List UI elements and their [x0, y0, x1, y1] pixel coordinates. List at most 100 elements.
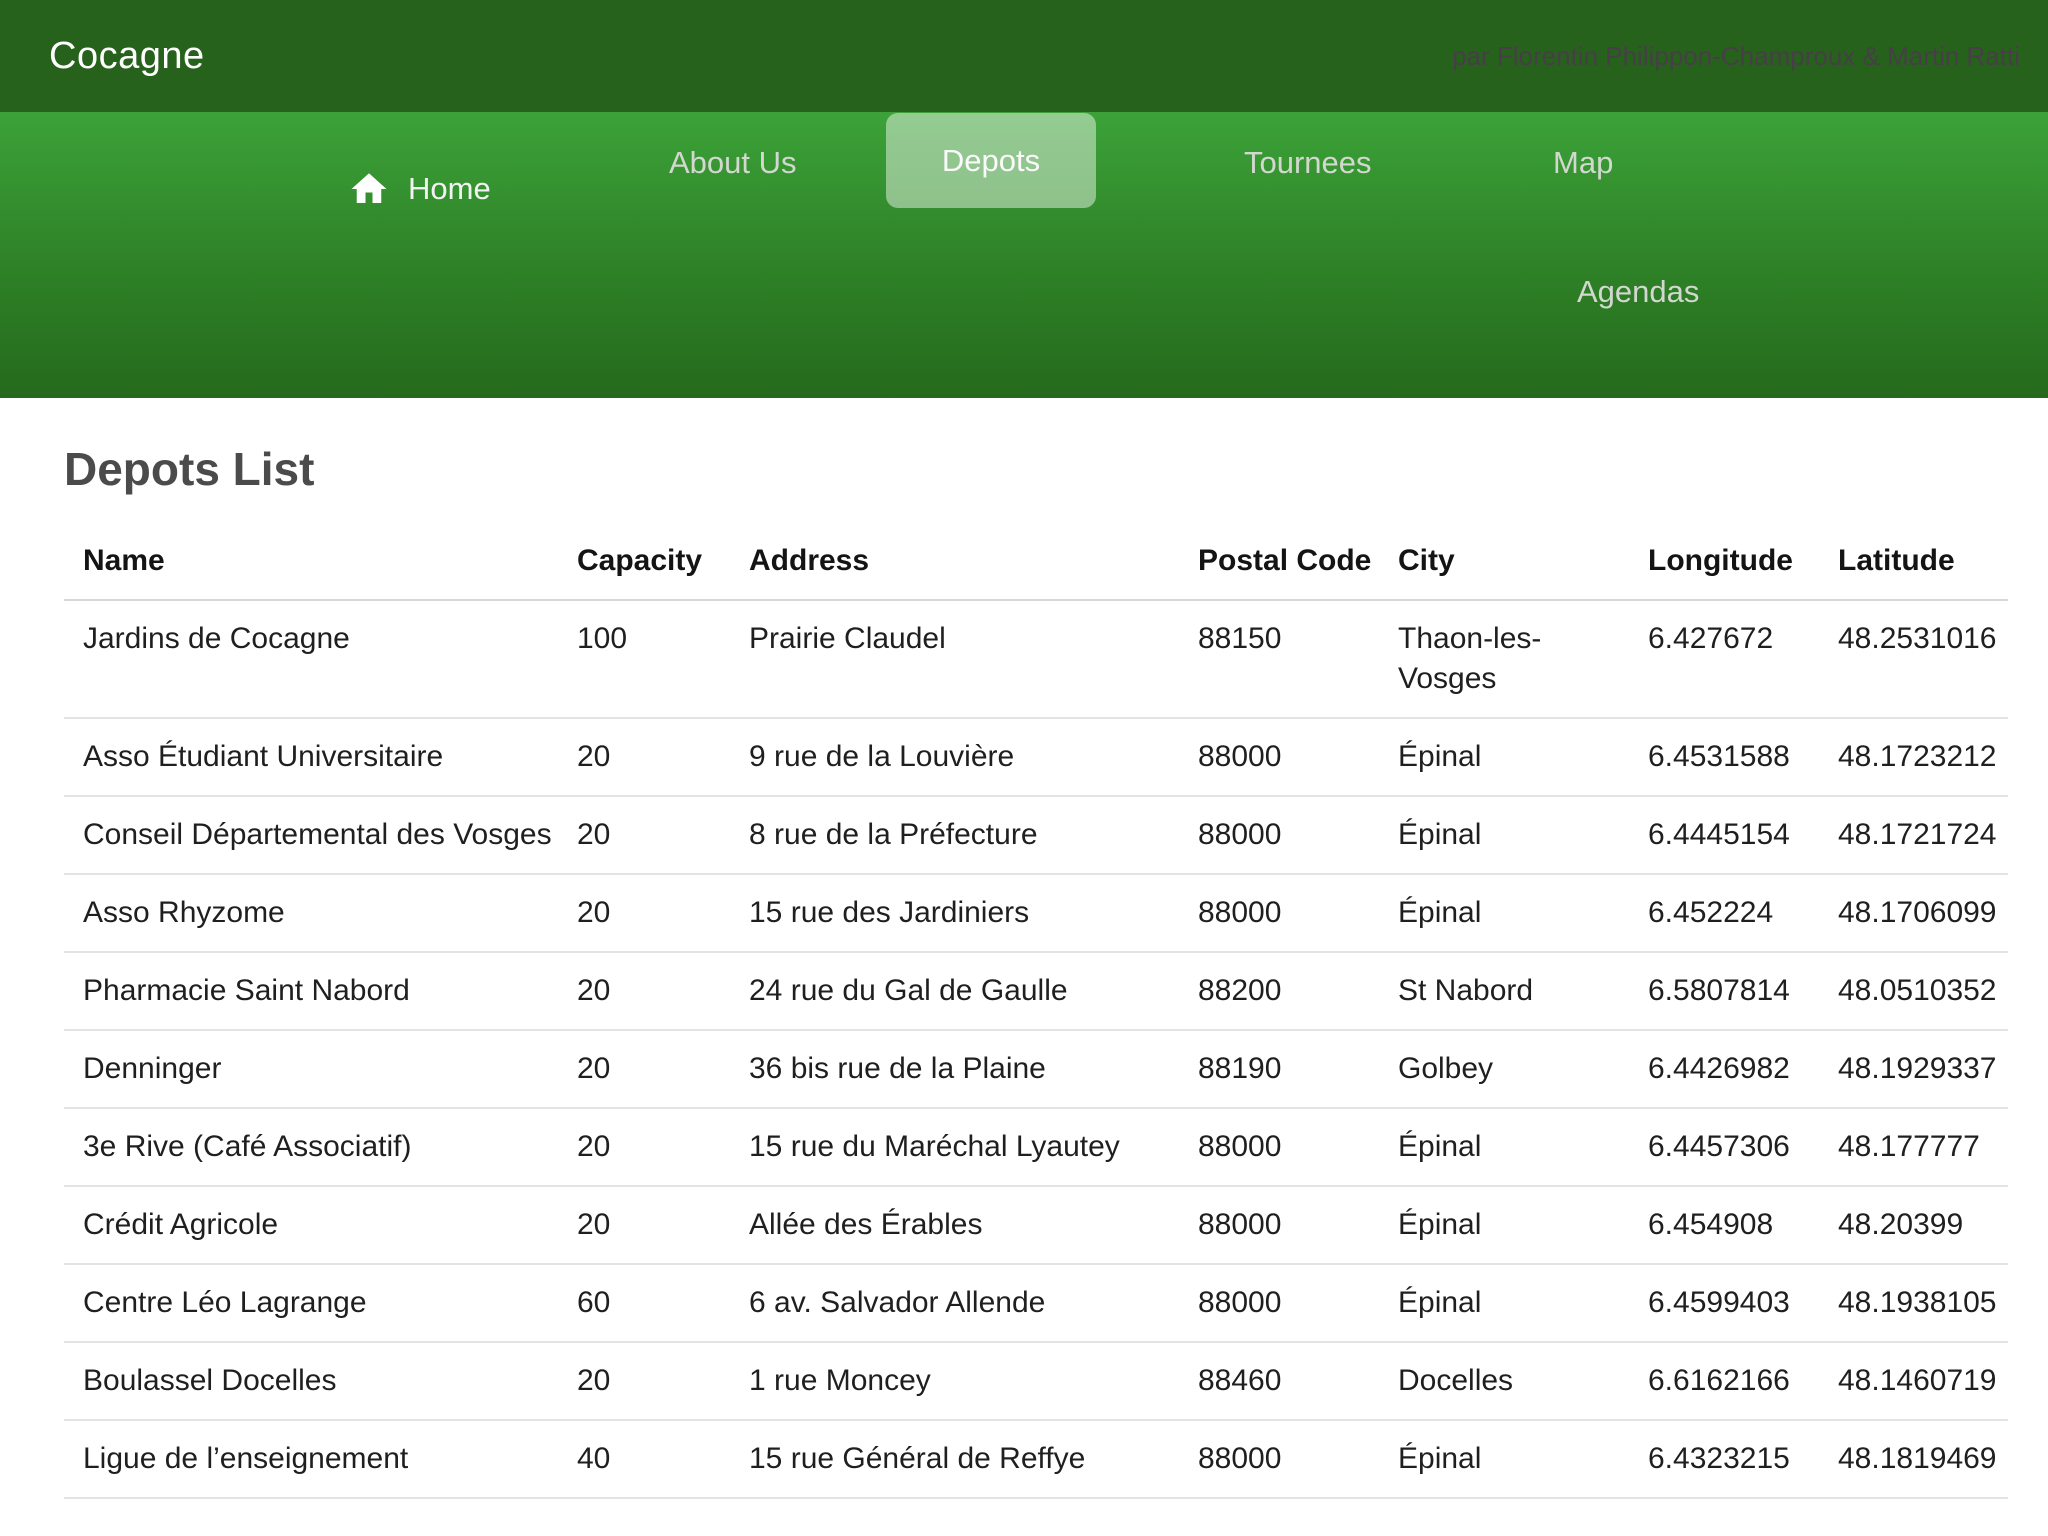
- cell-city: Épinal: [1379, 796, 1629, 874]
- nav-item-home-label: Home: [408, 172, 491, 206]
- cell-name: Denninger: [64, 1030, 558, 1108]
- table-row: Asso Rhyzome2015 rue des Jardiniers88000…: [64, 874, 2008, 952]
- cell-city: Épinal: [1379, 1108, 1629, 1186]
- cell-city: Épinal: [1379, 1420, 1629, 1498]
- byline: par Florentin Philippon-Champroux & Mart…: [1452, 41, 2020, 72]
- cell-longitude: 6.4457306: [1629, 1108, 1819, 1186]
- cell-capacity: 20: [558, 796, 730, 874]
- nav-item-map[interactable]: Map: [1553, 146, 1613, 180]
- cell-longitude: 6.4445154: [1629, 796, 1819, 874]
- cell-city: Épinal: [1379, 1186, 1629, 1264]
- cell-capacity: 20: [558, 952, 730, 1030]
- cell-address: 8 rue de la Préfecture: [730, 796, 1179, 874]
- table-header-row: Name Capacity Address Postal Code City L…: [64, 511, 2008, 600]
- cell-latitude: 48.0510352: [1819, 952, 2008, 1030]
- cell-latitude: 48.1721724: [1819, 796, 2008, 874]
- nav-item-agendas[interactable]: Agendas: [1577, 275, 1699, 309]
- cell-postal-code: 88000: [1179, 796, 1379, 874]
- cell-city: St Nabord: [1379, 952, 1629, 1030]
- table-row: Boulassel Docelles201 rue Moncey88460Doc…: [64, 1342, 2008, 1420]
- cell-capacity: 20: [558, 1342, 730, 1420]
- cell-capacity: 20: [558, 1030, 730, 1108]
- brand-title: Cocagne: [49, 35, 205, 78]
- cell-longitude: 6.4531588: [1629, 718, 1819, 796]
- column-header-latitude: Latitude: [1819, 511, 2008, 600]
- cell-name: Boulassel Docelles: [64, 1342, 558, 1420]
- cell-address: Allée des Érables: [730, 1186, 1179, 1264]
- table-row: Asso Étudiant Universitaire209 rue de la…: [64, 718, 2008, 796]
- column-header-postal-code: Postal Code: [1179, 511, 1379, 600]
- cell-address: 15 rue des Jardiniers: [730, 874, 1179, 952]
- cell-longitude: 6.452224: [1629, 874, 1819, 952]
- cell-address: 1 rue Moncey: [730, 1342, 1179, 1420]
- cell-city: Épinal: [1379, 718, 1629, 796]
- cell-postal-code: 88000: [1179, 1264, 1379, 1342]
- table-row: Pharmacie Saint Nabord2024 rue du Gal de…: [64, 952, 2008, 1030]
- cell-address: 15 rue du Maréchal Lyautey: [730, 1108, 1179, 1186]
- cell-postal-code: 88460: [1179, 1342, 1379, 1420]
- cell-postal-code: 88000: [1179, 1420, 1379, 1498]
- cell-capacity: 20: [558, 874, 730, 952]
- cell-latitude: 48.1929337: [1819, 1030, 2008, 1108]
- cell-name: Pharmacie Saint Nabord: [64, 952, 558, 1030]
- table-row: Crédit Agricole20Allée des Érables88000É…: [64, 1186, 2008, 1264]
- cell-city: Thaon-les-Vosges: [1379, 600, 1629, 718]
- cell-longitude: 6.5807814: [1629, 952, 1819, 1030]
- cell-postal-code: 88000: [1179, 874, 1379, 952]
- cell-address: Prairie Claudel: [730, 600, 1179, 718]
- cell-city: Épinal: [1379, 1264, 1629, 1342]
- cell-city: Golbey: [1379, 1030, 1629, 1108]
- column-header-capacity: Capacity: [558, 511, 730, 600]
- cell-longitude: 6.6162166: [1629, 1342, 1819, 1420]
- table-row: Conseil Départemental des Vosges208 rue …: [64, 796, 2008, 874]
- cell-name: Crédit Agricole: [64, 1186, 558, 1264]
- nav-item-depots[interactable]: Depots: [886, 113, 1096, 208]
- cell-name: Centre Léo Lagrange: [64, 1264, 558, 1342]
- cell-name: Asso Rhyzome: [64, 874, 558, 952]
- cell-postal-code: 88000: [1179, 718, 1379, 796]
- main-nav: Home About Us Depots Tournees Map Agenda…: [0, 112, 2048, 398]
- cell-city: Épinal: [1379, 874, 1629, 952]
- cell-longitude: 6.4323215: [1629, 1420, 1819, 1498]
- cell-latitude: 48.1460719: [1819, 1342, 2008, 1420]
- cell-latitude: 48.2531016: [1819, 600, 2008, 718]
- main-content: Depots List Name Capacity Address Postal…: [0, 442, 2048, 1499]
- table-row: 3e Rive (Café Associatif)2015 rue du Mar…: [64, 1108, 2008, 1186]
- table-row: Centre Léo Lagrange606 av. Salvador Alle…: [64, 1264, 2008, 1342]
- column-header-name: Name: [64, 511, 558, 600]
- depots-table: Name Capacity Address Postal Code City L…: [64, 511, 2008, 1499]
- cell-latitude: 48.1706099: [1819, 874, 2008, 952]
- column-header-city: City: [1379, 511, 1629, 600]
- cell-capacity: 40: [558, 1420, 730, 1498]
- home-icon: [348, 168, 390, 210]
- column-header-longitude: Longitude: [1629, 511, 1819, 600]
- cell-name: 3e Rive (Café Associatif): [64, 1108, 558, 1186]
- cell-latitude: 48.1723212: [1819, 718, 2008, 796]
- cell-address: 9 rue de la Louvière: [730, 718, 1179, 796]
- cell-postal-code: 88000: [1179, 1186, 1379, 1264]
- cell-address: 36 bis rue de la Plaine: [730, 1030, 1179, 1108]
- cell-latitude: 48.177777: [1819, 1108, 2008, 1186]
- cell-latitude: 48.1819469: [1819, 1420, 2008, 1498]
- nav-item-tournees[interactable]: Tournees: [1244, 146, 1372, 180]
- cell-capacity: 20: [558, 1186, 730, 1264]
- cell-longitude: 6.4599403: [1629, 1264, 1819, 1342]
- table-row: Ligue de l’enseignement4015 rue Général …: [64, 1420, 2008, 1498]
- cell-city: Docelles: [1379, 1342, 1629, 1420]
- cell-capacity: 20: [558, 1108, 730, 1186]
- column-header-address: Address: [730, 511, 1179, 600]
- table-row: Denninger2036 bis rue de la Plaine88190G…: [64, 1030, 2008, 1108]
- cell-postal-code: 88190: [1179, 1030, 1379, 1108]
- cell-name: Jardins de Cocagne: [64, 600, 558, 718]
- cell-address: 6 av. Salvador Allende: [730, 1264, 1179, 1342]
- nav-item-home[interactable]: Home: [348, 168, 491, 210]
- cell-name: Conseil Départemental des Vosges: [64, 796, 558, 874]
- cell-capacity: 20: [558, 718, 730, 796]
- cell-longitude: 6.454908: [1629, 1186, 1819, 1264]
- cell-longitude: 6.427672: [1629, 600, 1819, 718]
- cell-address: 24 rue du Gal de Gaulle: [730, 952, 1179, 1030]
- nav-item-about-us[interactable]: About Us: [669, 146, 797, 180]
- table-row: Jardins de Cocagne100Prairie Claudel8815…: [64, 600, 2008, 718]
- cell-postal-code: 88000: [1179, 1108, 1379, 1186]
- top-bar: Cocagne par Florentin Philippon-Champrou…: [0, 0, 2048, 112]
